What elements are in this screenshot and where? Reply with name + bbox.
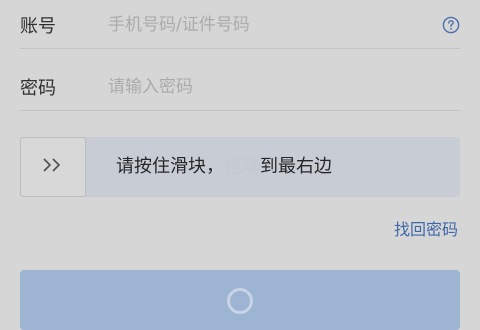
password-input[interactable] — [108, 72, 460, 102]
forgot-password-link[interactable]: 找回密码 — [394, 216, 458, 240]
login-button[interactable] — [20, 270, 460, 330]
double-chevron-right-icon — [41, 157, 65, 177]
slider-text-part3: 到最右边 — [260, 156, 332, 177]
slider-text-part2: 拖动 — [224, 156, 260, 177]
slider-handle[interactable] — [20, 137, 86, 197]
account-label: 账号 — [20, 16, 56, 37]
password-label: 密码 — [20, 78, 56, 99]
login-icon — [227, 288, 253, 314]
slider-instruction: 请按住滑块，拖动到最右边 — [116, 137, 332, 197]
password-row: 密码 — [20, 64, 460, 111]
account-row: 账号 — [20, 2, 460, 49]
question-circle-icon[interactable] — [442, 16, 460, 34]
slider-captcha[interactable]: 请按住滑块，拖动到最右边 — [20, 137, 460, 197]
slider-text-part1: 请按住滑块， — [116, 156, 224, 177]
account-input[interactable] — [108, 10, 442, 40]
